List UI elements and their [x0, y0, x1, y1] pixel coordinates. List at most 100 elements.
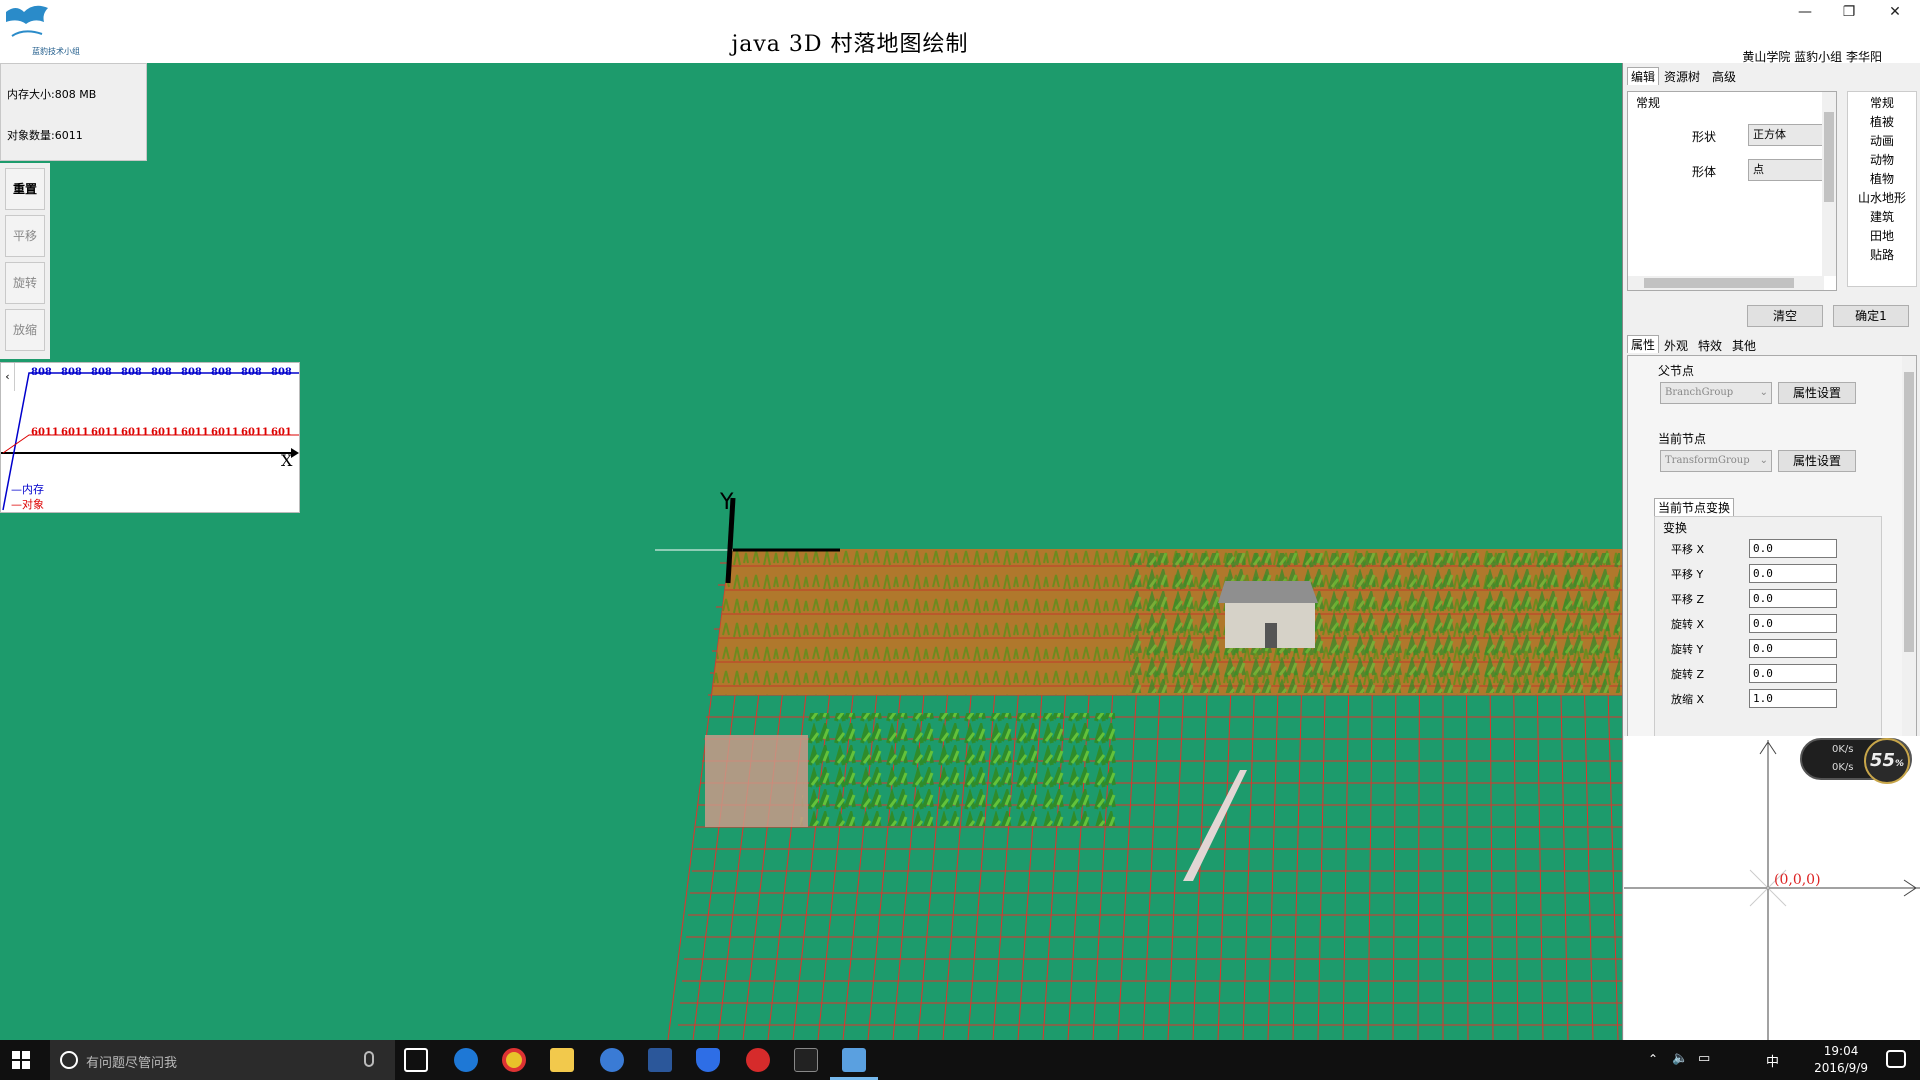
memory-value: 808	[181, 367, 202, 378]
confirm-button[interactable]: 确定1	[1833, 305, 1909, 327]
transform-row-label: 旋转 Y	[1671, 643, 1704, 656]
search-placeholder: 有问题尽管问我	[86, 1056, 178, 1071]
category-item[interactable]: 动画	[1848, 132, 1916, 149]
transform-row-label: 平移 X	[1671, 543, 1705, 556]
transform-row-input[interactable]: 0.0	[1749, 539, 1837, 558]
taskbar: 有问题尽管问我 ⌃ 🔈 ▭ 中 19:04 2016/9/9	[0, 1040, 1920, 1080]
clock[interactable]: 19:04 2016/9/9	[1814, 1043, 1868, 1077]
network-speed-widget: 0K/s 0K/s 55%	[1800, 738, 1912, 784]
java-app-icon[interactable]	[842, 1048, 866, 1072]
word-icon[interactable]	[648, 1048, 672, 1072]
category-item[interactable]: 动物	[1848, 151, 1916, 168]
start-button[interactable]	[12, 1051, 30, 1069]
category-item[interactable]: 田地	[1848, 227, 1916, 244]
minimize-button[interactable]: —	[1790, 4, 1820, 22]
transform-row-label: 平移 Z	[1671, 593, 1705, 606]
parent-node-select[interactable]: BranchGroup ⌄	[1660, 382, 1772, 404]
transform-row-label: 平移 Y	[1671, 568, 1704, 581]
memory-value: 808	[61, 367, 82, 378]
security-shield-icon[interactable]	[696, 1048, 720, 1072]
properties-panel: 父节点 BranchGroup ⌄ 属性设置 当前节点 TransformGrou…	[1627, 355, 1917, 797]
microphone-icon[interactable]	[364, 1051, 374, 1067]
transform-row-input[interactable]: 0.0	[1749, 639, 1837, 658]
browser-icon[interactable]	[600, 1048, 624, 1072]
ime-indicator[interactable]: 中	[1766, 1051, 1779, 1070]
edge-icon[interactable]	[454, 1048, 478, 1072]
chrome-icon[interactable]	[502, 1048, 526, 1072]
transform-row-input[interactable]: 1.0	[1749, 689, 1837, 708]
memory-size-label: 内存大小:808 MB	[7, 88, 97, 101]
memory-value: 808	[151, 367, 172, 378]
clear-button[interactable]: 清空	[1747, 305, 1823, 327]
object-value: 6011	[121, 427, 149, 438]
file-explorer-icon[interactable]	[550, 1048, 574, 1072]
3d-viewport[interactable]: Y	[0, 63, 1623, 1040]
scale-button[interactable]: 放缩	[5, 309, 45, 351]
tool-column: 重置 平移 旋转 放缩	[0, 163, 50, 359]
info-panel: 内存大小:808 MB 对象数量:6011	[0, 63, 147, 161]
memory-value: 808	[121, 367, 142, 378]
tab-other[interactable]: 其他	[1729, 337, 1759, 355]
search-box[interactable]: 有问题尽管问我	[50, 1040, 395, 1080]
reset-button[interactable]: 重置	[5, 168, 45, 210]
task-view-icon[interactable]	[404, 1048, 428, 1072]
rotate-button[interactable]: 旋转	[5, 262, 45, 304]
tab-appearance[interactable]: 外观	[1661, 337, 1691, 355]
transform-row-input[interactable]: 0.0	[1749, 564, 1837, 583]
monitor-x-label: X	[281, 451, 293, 470]
category-item[interactable]: 贴路	[1848, 246, 1916, 263]
parent-node-label: 父节点	[1658, 364, 1695, 378]
transform-row-label: 放缩 X	[1671, 693, 1705, 706]
usage-gauge: 55%	[1864, 738, 1910, 784]
clock-time: 19:04	[1823, 1044, 1859, 1058]
memory-value: 808	[31, 367, 52, 378]
category-item[interactable]: 常规	[1848, 94, 1916, 111]
windows-icon	[12, 1051, 30, 1069]
tab-effects[interactable]: 特效	[1695, 337, 1725, 355]
restore-button[interactable]: ❐	[1834, 4, 1864, 22]
tab-edit[interactable]: 编辑	[1627, 67, 1660, 85]
terminal-icon[interactable]	[794, 1048, 818, 1072]
tab-resource-tree[interactable]: 资源树	[1661, 68, 1703, 86]
object-value: 6011	[151, 427, 179, 438]
memory-value: 808	[241, 367, 262, 378]
category-item[interactable]: 建筑	[1848, 208, 1916, 225]
transform-row-input[interactable]: 0.0	[1749, 614, 1837, 633]
clock-date: 2016/9/9	[1814, 1061, 1868, 1075]
minimap[interactable]: (0,0,0)	[1624, 736, 1920, 1040]
tab-advanced[interactable]: 高级	[1709, 68, 1739, 86]
svg-text:Y: Y	[719, 490, 734, 515]
cortana-icon	[60, 1051, 78, 1069]
tray-chevron-icon[interactable]: ⌃	[1648, 1052, 1658, 1066]
music-icon[interactable]	[746, 1048, 770, 1072]
tab-properties[interactable]: 属性	[1627, 335, 1660, 353]
properties-scrollbar[interactable]	[1902, 356, 1916, 796]
legend-memory: —内存	[11, 483, 44, 496]
object-value: 6011	[31, 427, 59, 438]
chevron-down-icon: ⌄	[1759, 455, 1768, 466]
form-label: 形体	[1692, 165, 1717, 179]
window-title: java 3D 村落地图绘制	[731, 32, 969, 57]
upload-speed: 0K/s	[1832, 744, 1854, 755]
vertical-scrollbar[interactable]	[1822, 92, 1836, 276]
horizontal-scrollbar[interactable]	[1628, 276, 1824, 290]
house-model	[1218, 581, 1318, 648]
translate-button[interactable]: 平移	[5, 215, 45, 257]
transform-row-label: 旋转 Z	[1671, 668, 1705, 681]
tab-current-transform[interactable]: 当前节点变换	[1654, 498, 1735, 516]
network-icon[interactable]: ▭	[1698, 1051, 1710, 1066]
category-item[interactable]: 植被	[1848, 113, 1916, 130]
category-item[interactable]: 植物	[1848, 170, 1916, 187]
current-node-select[interactable]: TransformGroup ⌄	[1660, 450, 1772, 472]
chevron-down-icon: ⌄	[1759, 387, 1768, 398]
notifications-icon[interactable]	[1886, 1050, 1906, 1068]
volume-icon[interactable]: 🔈	[1672, 1051, 1688, 1066]
category-item[interactable]: 山水地形	[1848, 189, 1916, 206]
close-button[interactable]: ✕	[1880, 4, 1910, 22]
transform-row-input[interactable]: 0.0	[1749, 589, 1837, 608]
crops-right	[1130, 553, 1620, 693]
current-properties-button[interactable]: 属性设置	[1778, 450, 1856, 472]
object-value: 6011	[91, 427, 119, 438]
parent-properties-button[interactable]: 属性设置	[1778, 382, 1856, 404]
transform-row-input[interactable]: 0.0	[1749, 664, 1837, 683]
